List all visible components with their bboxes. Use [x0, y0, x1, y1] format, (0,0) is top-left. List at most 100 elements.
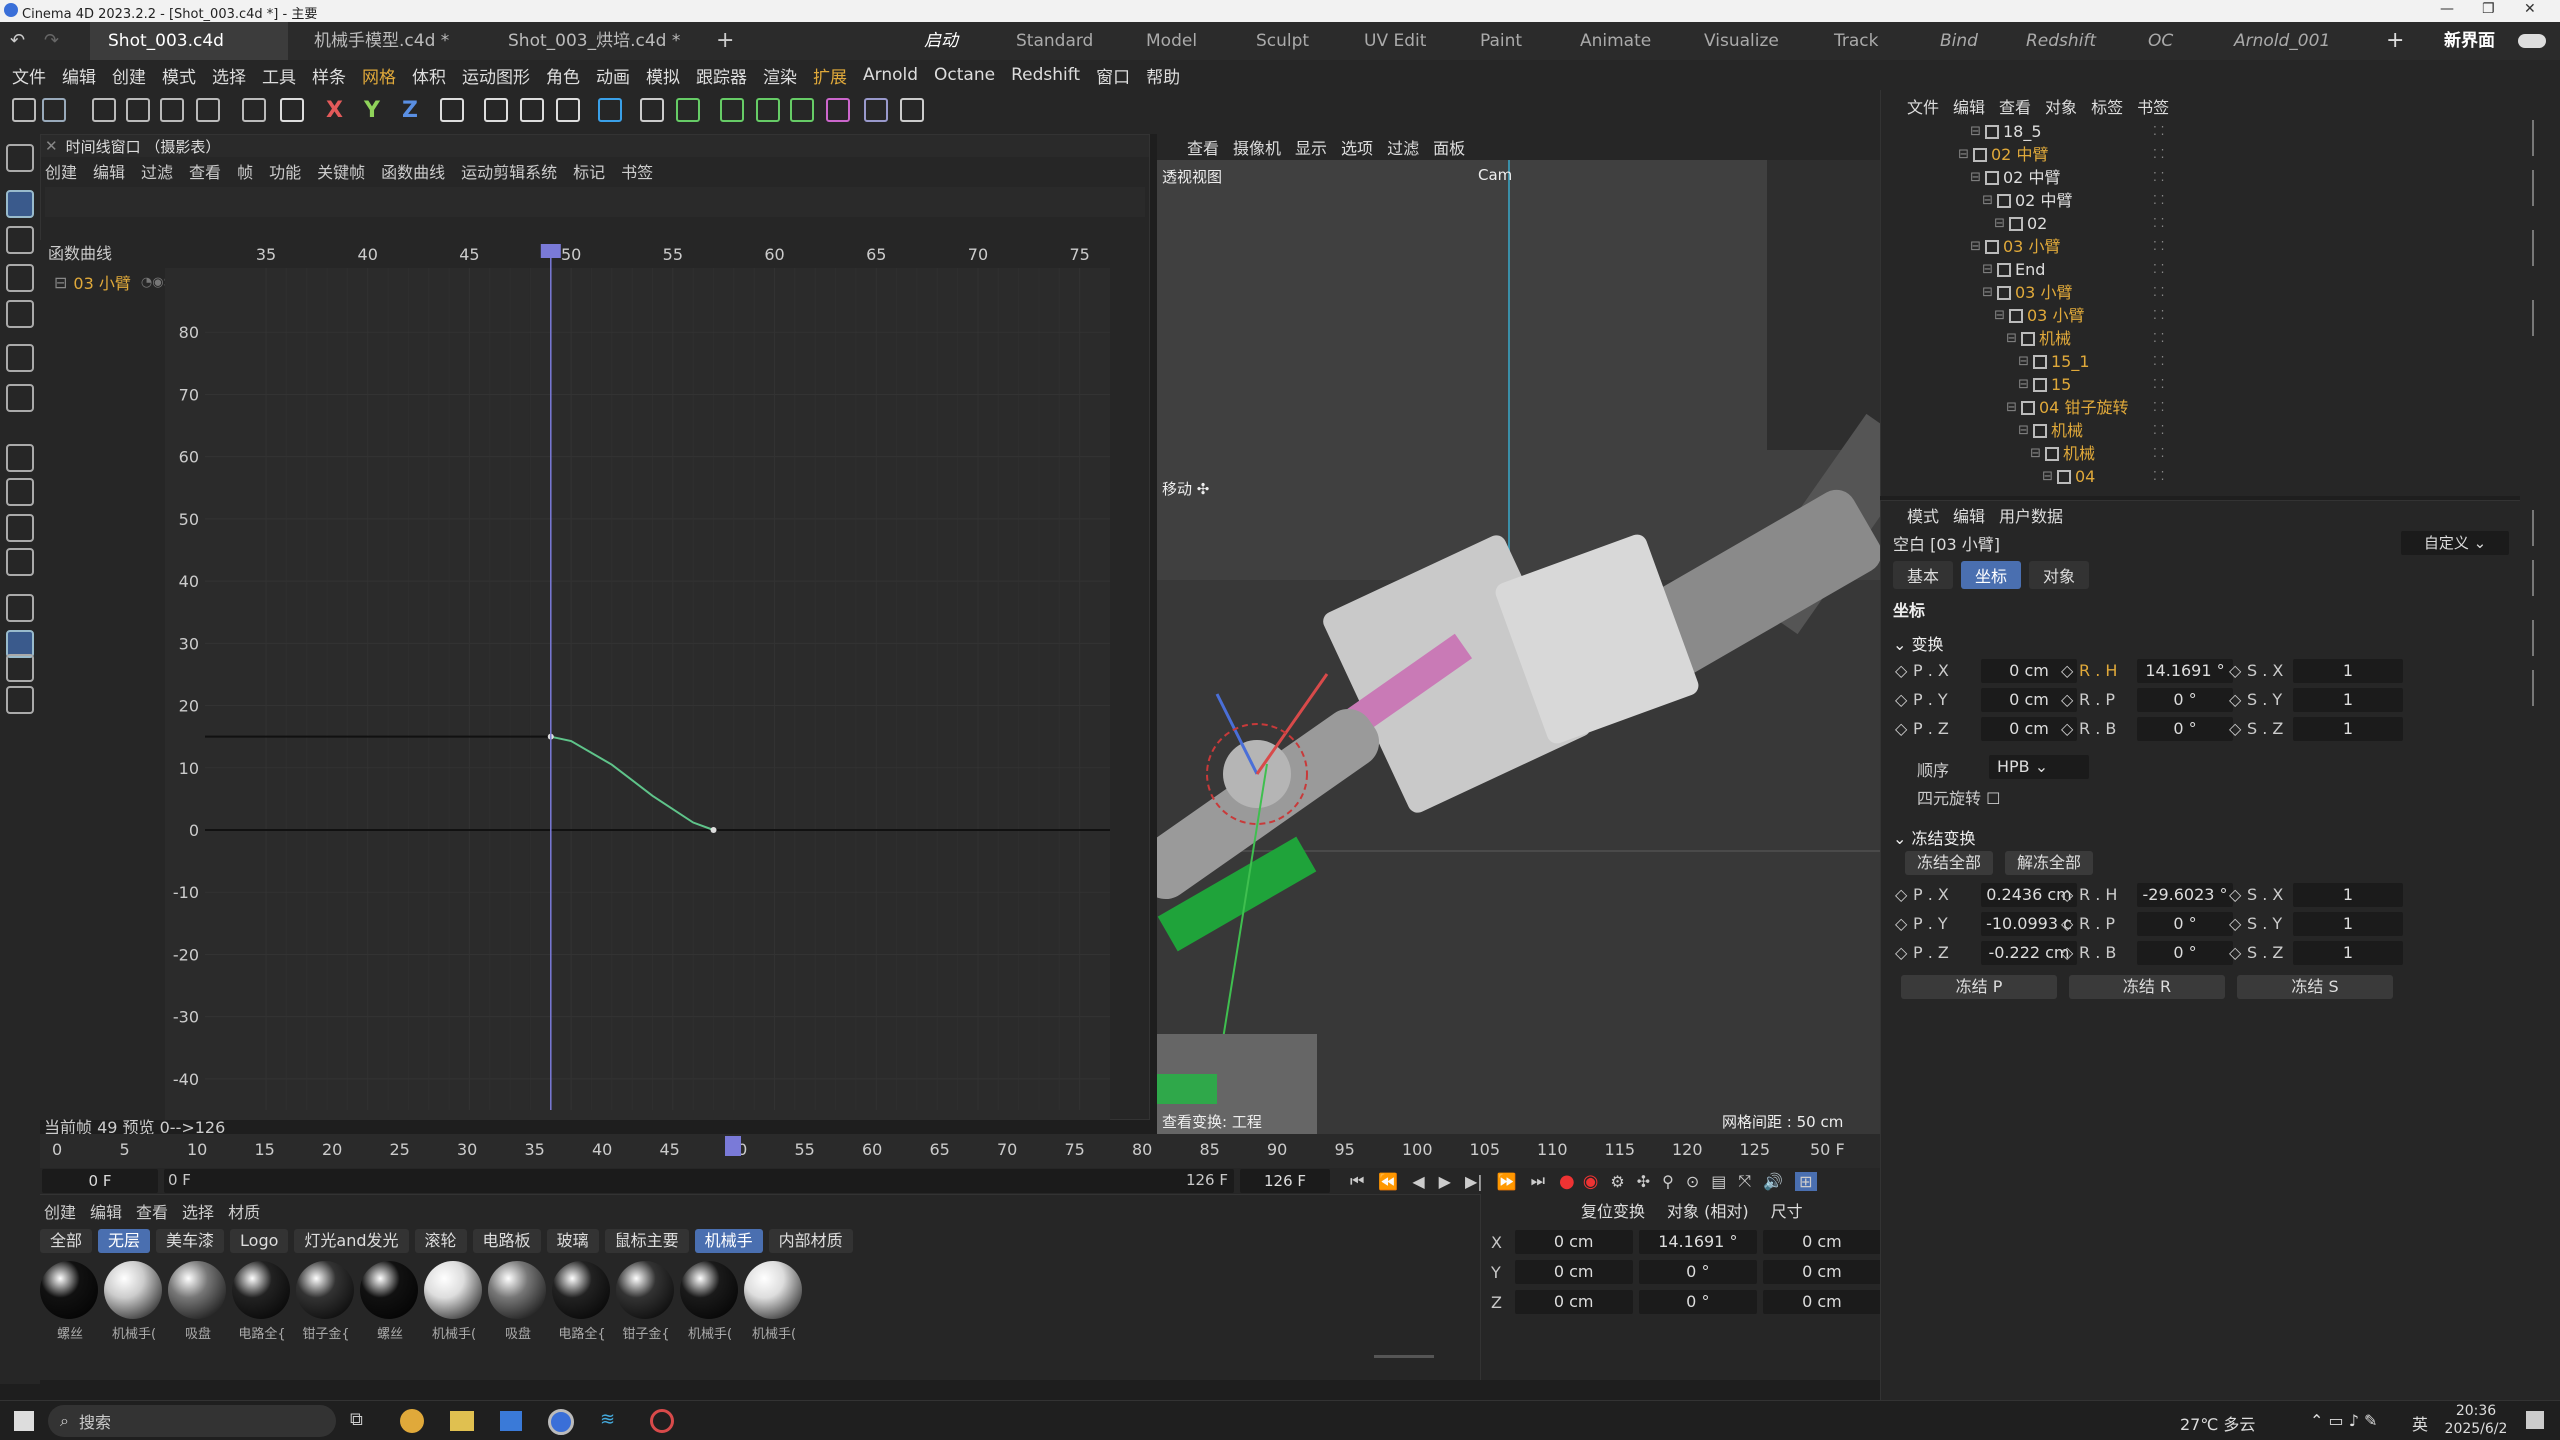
expand-icon[interactable]: ⊟ [1881, 442, 2041, 465]
material-tab[interactable]: 全部 [40, 1229, 93, 1253]
attribute-menu-item[interactable]: 用户数据 [1999, 503, 2063, 527]
freeze-all-button[interactable]: 冻结全部 [1905, 851, 1993, 875]
visibility-dots[interactable]: ⁚ ⁚ [2153, 350, 2164, 373]
attribute-tab[interactable]: 对象 [2029, 561, 2090, 589]
clock-time[interactable]: 20:36 [2444, 1403, 2508, 1419]
tool-icon[interactable] [6, 384, 34, 412]
zoom-slider[interactable] [1374, 1355, 1434, 1358]
material-ball[interactable] [488, 1261, 546, 1319]
explorer-icon[interactable] [450, 1411, 474, 1431]
visibility-dots[interactable]: ⁚ ⁚ [2153, 235, 2164, 258]
menu-item[interactable]: 运动图形 [462, 63, 530, 88]
perspective-viewport[interactable] [1157, 134, 1880, 1134]
add-layout-icon[interactable]: + [2386, 28, 2404, 53]
tool-icon[interactable] [6, 548, 34, 576]
timeline-menu-item[interactable]: 编辑 [93, 159, 125, 183]
toolbar-icon[interactable] [676, 98, 704, 126]
side-tab[interactable] [2532, 300, 2548, 336]
timeline-menu-item[interactable]: 查看 [189, 159, 221, 183]
expand-icon[interactable]: ⊟ [1881, 396, 2017, 419]
object-row[interactable]: ⊟ 机械 ⁚ ⁚ [1881, 442, 2521, 465]
playback-icon[interactable]: ⏭ [1531, 1171, 1545, 1191]
chrome-icon[interactable] [400, 1409, 424, 1433]
transform-group[interactable]: ⌄ 变换 [1893, 631, 1944, 655]
material-tab[interactable]: 电路板 [472, 1229, 541, 1253]
menu-item[interactable]: 扩展 [813, 63, 847, 88]
material-ball[interactable] [232, 1261, 290, 1319]
menu-item[interactable]: Redshift [1011, 65, 1080, 85]
expand-icon[interactable]: ⊟ [1881, 143, 1969, 166]
visibility-dots[interactable]: ⁚ ⁚ [2153, 373, 2164, 396]
toolbar-icon[interactable] [720, 98, 748, 126]
tray-icons[interactable]: ⌃ ▭ ♪ ✎ [2310, 1411, 2377, 1430]
timeline-tool-icon[interactable]: ⤧ [1738, 1171, 1751, 1191]
side-tab[interactable] [2532, 510, 2548, 546]
menu-item[interactable]: 角色 [546, 63, 580, 88]
end-frame-field[interactable]: 126 F [1240, 1169, 1330, 1193]
menu-item[interactable]: 样条 [312, 63, 346, 88]
menu-item[interactable]: 选择 [212, 63, 246, 88]
expand-icon[interactable]: ⊟ [1881, 166, 1981, 189]
close-panel-icon[interactable]: ✕ [45, 137, 58, 155]
visibility-dots[interactable]: ⁚ ⁚ [2153, 281, 2164, 304]
tool-icon[interactable] [6, 344, 34, 372]
visibility-dots[interactable]: ⁚ ⁚ [2153, 143, 2164, 166]
timeline-menu-item[interactable]: 函数曲线 [381, 159, 445, 183]
expand-icon[interactable]: ⊟ [1881, 373, 2029, 396]
layout-tab[interactable]: Animate [1580, 22, 1651, 60]
tool-icon[interactable] [6, 478, 34, 506]
doc-tab[interactable]: Shot_003_烘培.c4d * [490, 22, 700, 60]
attribute-tab[interactable]: 基本 [1893, 561, 1954, 589]
coord-header-item[interactable]: 复位变换 [1581, 1198, 1645, 1222]
expand-icon[interactable]: ⊟ [54, 273, 67, 292]
toolbar-icon[interactable] [826, 98, 854, 126]
timeline-menu-item[interactable]: 运动剪辑系统 [461, 159, 557, 183]
toolbar-icon[interactable] [440, 98, 468, 126]
start-icon[interactable] [14, 1411, 34, 1431]
side-tab[interactable] [2532, 170, 2548, 206]
viewport-menu-item[interactable]: 查看 [1187, 135, 1219, 159]
freeze-button[interactable]: 冻结 S [2237, 975, 2393, 999]
object-menu-item[interactable]: 书签 [2137, 94, 2169, 118]
timeline-tool-icon[interactable]: ✣ [1637, 1172, 1650, 1191]
field-value[interactable]: 1 [2293, 717, 2403, 741]
camera-label[interactable]: Cam [1478, 166, 1512, 184]
object-row[interactable]: ⊟ 15_1 ⁚ ⁚ [1881, 350, 2521, 373]
toolbar-icon[interactable] [484, 98, 512, 126]
material-menu-item[interactable]: 选择 [182, 1199, 214, 1223]
material-menu-item[interactable]: 创建 [44, 1199, 76, 1223]
material-menu-item[interactable]: 编辑 [90, 1199, 122, 1223]
coord-position[interactable]: 0 cm [1514, 1230, 1633, 1254]
material-tab[interactable]: 滚轮 [414, 1229, 467, 1253]
side-tab[interactable] [2532, 620, 2548, 656]
menu-item[interactable]: Octane [934, 65, 995, 85]
object-row[interactable]: ⊟ 02 中臂 ⁚ ⁚ [1881, 166, 2521, 189]
coord-rotation[interactable]: 0 ° [1638, 1290, 1757, 1314]
menu-item[interactable]: 跟踪器 [696, 63, 747, 88]
material-ball[interactable] [40, 1261, 98, 1319]
tool-icon[interactable] [6, 594, 34, 622]
new-layout-button[interactable]: 新界面 [2444, 22, 2495, 60]
ime-indicator[interactable]: 英 [2412, 1411, 2428, 1435]
layout-tab[interactable]: Bind [1940, 22, 1978, 60]
material-menu-item[interactable]: 材质 [228, 1199, 260, 1223]
timeline-menu-item[interactable]: 帧 [237, 159, 253, 183]
field-value[interactable]: 1 [2293, 941, 2403, 965]
field-value[interactable]: 1 [2293, 688, 2403, 712]
field-value[interactable]: 1 [2293, 659, 2403, 683]
app-icon[interactable]: ≋ [600, 1409, 615, 1430]
material-tab[interactable]: 机械手 [694, 1229, 763, 1253]
frame-range-slider[interactable]: 0 F 126 F [164, 1169, 1234, 1193]
freeze-button[interactable]: 冻结 P [1901, 975, 2057, 999]
visibility-dots[interactable]: ⁚ ⁚ [2153, 327, 2164, 350]
redo-icon[interactable]: ↷ [44, 30, 59, 51]
menu-item[interactable]: 模拟 [646, 63, 680, 88]
layout-tab[interactable]: Paint [1480, 22, 1522, 60]
toolbar-icon[interactable] [864, 98, 892, 126]
object-row[interactable]: ⊟ 15 ⁚ ⁚ [1881, 373, 2521, 396]
autokey-icon[interactable]: ◉ [1583, 1171, 1599, 1192]
toolbar-icon[interactable] [640, 98, 668, 126]
notification-icon[interactable] [2526, 1411, 2544, 1429]
coord-size[interactable]: 0 cm [1762, 1230, 1881, 1254]
field-value[interactable]: 0 ° [2137, 688, 2233, 712]
